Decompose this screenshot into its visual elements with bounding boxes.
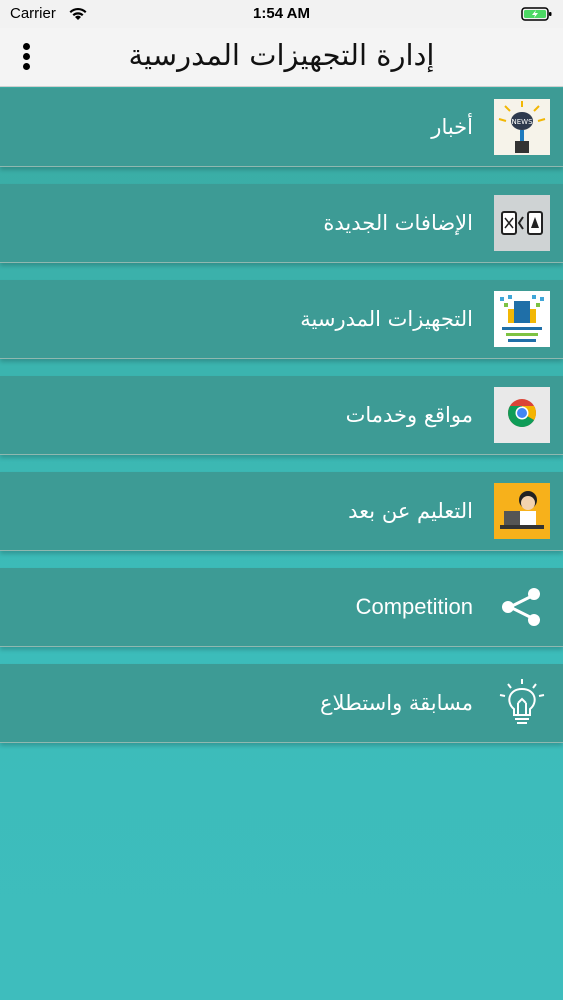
status-bar: Carrier 1:54 AM	[0, 0, 563, 28]
menu-item-competition[interactable]: Competition	[0, 568, 563, 647]
menu-item-label: التعليم عن بعد	[348, 499, 473, 523]
menu-item-label: مواقع وخدمات	[345, 403, 473, 427]
menu-item-label: التجهيزات المدرسية	[300, 307, 473, 331]
share-icon	[494, 579, 550, 635]
svg-text:NEWS: NEWS	[511, 118, 533, 126]
page-title: إدارة التجهيزات المدرسية	[128, 38, 435, 72]
menu-item-school-equipment[interactable]: التجهيزات المدرسية	[0, 280, 563, 359]
news-icon: NEWS	[494, 99, 550, 155]
menu-list: NEWS أخبار الإضافات الجديدة التجهيزات ال…	[0, 88, 563, 760]
school-logo-icon	[494, 291, 550, 347]
status-time: 1:54 AM	[253, 5, 310, 22]
menu-item-label: مسابقة واستطلاع	[320, 691, 473, 715]
menu-item-quiz-survey[interactable]: مسابقة واستطلاع	[0, 664, 563, 743]
menu-item-sites-services[interactable]: مواقع وخدمات	[0, 376, 563, 455]
menu-item-label: أخبار	[431, 115, 473, 139]
menu-item-label: Competition	[355, 594, 473, 619]
menu-item-label: الإضافات الجديدة	[323, 211, 473, 235]
navigation-bar: إدارة التجهيزات المدرسية	[0, 28, 563, 87]
battery-charging-icon	[521, 6, 553, 26]
arrow-swap-icon	[494, 195, 550, 251]
menu-item-remote-learning[interactable]: التعليم عن بعد	[0, 472, 563, 551]
lightbulb-icon	[494, 675, 550, 731]
menu-item-new-additions[interactable]: الإضافات الجديدة	[0, 184, 563, 263]
remote-learning-icon	[494, 483, 550, 539]
chrome-icon	[494, 387, 550, 443]
menu-item-news[interactable]: NEWS أخبار	[0, 88, 563, 167]
